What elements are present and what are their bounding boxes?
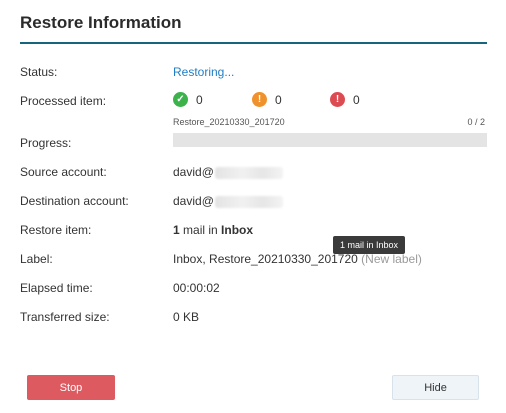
source-account-value: david@	[173, 165, 283, 179]
success-count: 0	[196, 92, 203, 107]
progress-bar	[173, 133, 487, 147]
error-count: 0	[353, 92, 360, 107]
task-name: Restore_20210330_201720	[173, 117, 285, 127]
status-value: Restoring...	[173, 65, 235, 79]
label-row-text: Inbox, Restore_20210330_201720	[173, 252, 358, 266]
label-row-value: Inbox, Restore_20210330_201720 (New labe…	[173, 252, 422, 266]
warning-circle-icon: !	[252, 92, 267, 107]
error-circle-icon: !	[330, 92, 345, 107]
warning-count: 0	[275, 92, 282, 107]
redacted-text	[214, 166, 283, 179]
transferred-size-label: Transferred size:	[20, 310, 110, 324]
redacted-text	[214, 195, 283, 208]
elapsed-time-value: 00:00:02	[173, 281, 220, 295]
status-label: Status:	[20, 65, 58, 79]
title-divider	[20, 42, 487, 44]
stop-button[interactable]: Stop	[27, 375, 115, 400]
elapsed-time-label: Elapsed time:	[20, 281, 93, 295]
restore-item-label: Restore item:	[20, 223, 92, 237]
error-stat: ! 0	[330, 92, 360, 107]
warning-stat: ! 0	[252, 92, 282, 107]
destination-account-value: david@	[173, 194, 283, 208]
source-account-text: david@	[173, 165, 214, 179]
destination-account-text: david@	[173, 194, 214, 208]
restore-item-middle: mail in	[179, 223, 222, 237]
check-circle-icon: ✓	[173, 92, 188, 107]
label-row-label: Label:	[20, 252, 53, 266]
processed-counter: 0 / 2	[467, 117, 485, 127]
progress-label: Progress:	[20, 136, 72, 150]
hide-button[interactable]: Hide	[392, 375, 479, 400]
destination-account-label: Destination account:	[20, 194, 129, 208]
success-stat: ✓ 0	[173, 92, 203, 107]
source-account-label: Source account:	[20, 165, 107, 179]
restore-item-value: 1 mail in Inbox	[173, 223, 253, 237]
dialog-title: Restore Information	[20, 13, 182, 32]
restore-item-folder: Inbox	[221, 223, 254, 237]
processed-item-label: Processed item:	[20, 94, 107, 108]
restore-item-tooltip: 1 mail in Inbox	[333, 236, 406, 254]
restore-item-count: 1	[173, 223, 180, 237]
new-label-note: (New label)	[361, 252, 422, 266]
transferred-size-value: 0 KB	[173, 310, 200, 324]
